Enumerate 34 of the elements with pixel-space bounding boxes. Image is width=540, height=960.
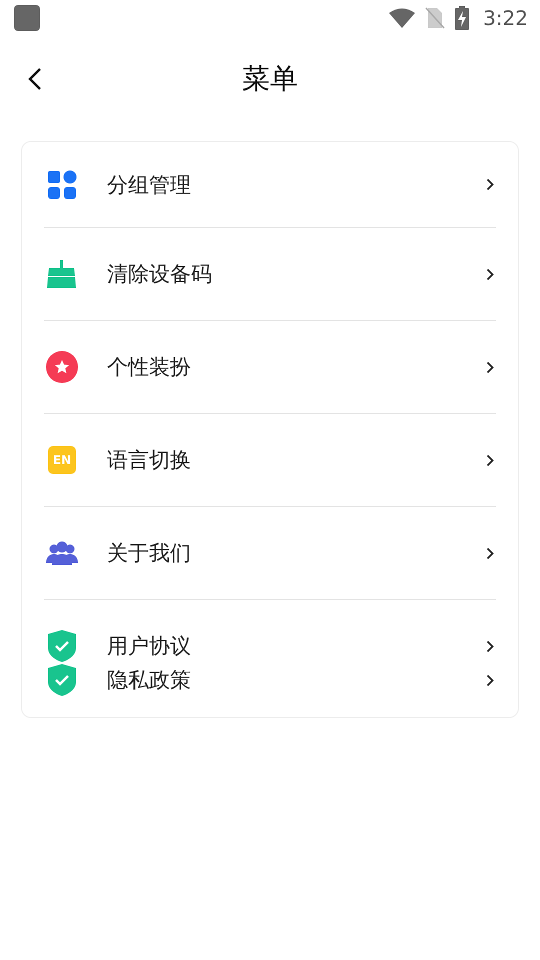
menu-item-label: 清除设备码 xyxy=(107,261,213,288)
chevron-right-icon xyxy=(486,360,494,374)
wifi-icon xyxy=(389,8,416,28)
menu-item[interactable]: 个性装扮 xyxy=(44,321,496,414)
chevron-right-icon xyxy=(486,546,494,560)
back-icon xyxy=(28,67,42,91)
no-sim-icon xyxy=(425,7,446,29)
shield-check-icon xyxy=(48,630,76,662)
menu-item[interactable]: 用户协议 xyxy=(44,629,496,663)
menu-item[interactable]: 关于我们 xyxy=(44,507,496,600)
menu-item[interactable]: 清除设备码 xyxy=(44,228,496,321)
chevron-right-icon xyxy=(486,674,494,686)
chevron-right-icon xyxy=(486,454,494,466)
shield-check-icon xyxy=(48,664,76,696)
language-badge: EN xyxy=(48,446,76,474)
menu-item-label: 分组管理 xyxy=(107,172,192,198)
chevron-right-icon xyxy=(486,640,494,652)
menu-item-label: 语言切换 xyxy=(107,447,192,474)
menu-item-label: 个性装扮 xyxy=(107,354,192,381)
chevron-right-icon xyxy=(486,178,494,191)
menu-item-label: 关于我们 xyxy=(107,540,192,567)
status-time: 3:22 xyxy=(483,6,528,30)
menu-item[interactable]: 隐私政策 xyxy=(44,663,496,697)
page-title: 菜单 xyxy=(242,61,298,97)
battery-charging-icon xyxy=(455,6,470,30)
app-icon xyxy=(14,5,40,31)
grid-icon xyxy=(47,170,77,200)
menu-item-label: 用户协议 xyxy=(107,633,192,660)
menu-item[interactable]: EN 语言切换 xyxy=(44,414,496,507)
menu-item[interactable]: 分组管理 xyxy=(44,142,496,228)
broom-icon xyxy=(46,260,78,288)
menu-item-label: 隐私政策 xyxy=(107,667,192,694)
chevron-right-icon xyxy=(486,268,494,280)
people-icon xyxy=(46,541,78,565)
